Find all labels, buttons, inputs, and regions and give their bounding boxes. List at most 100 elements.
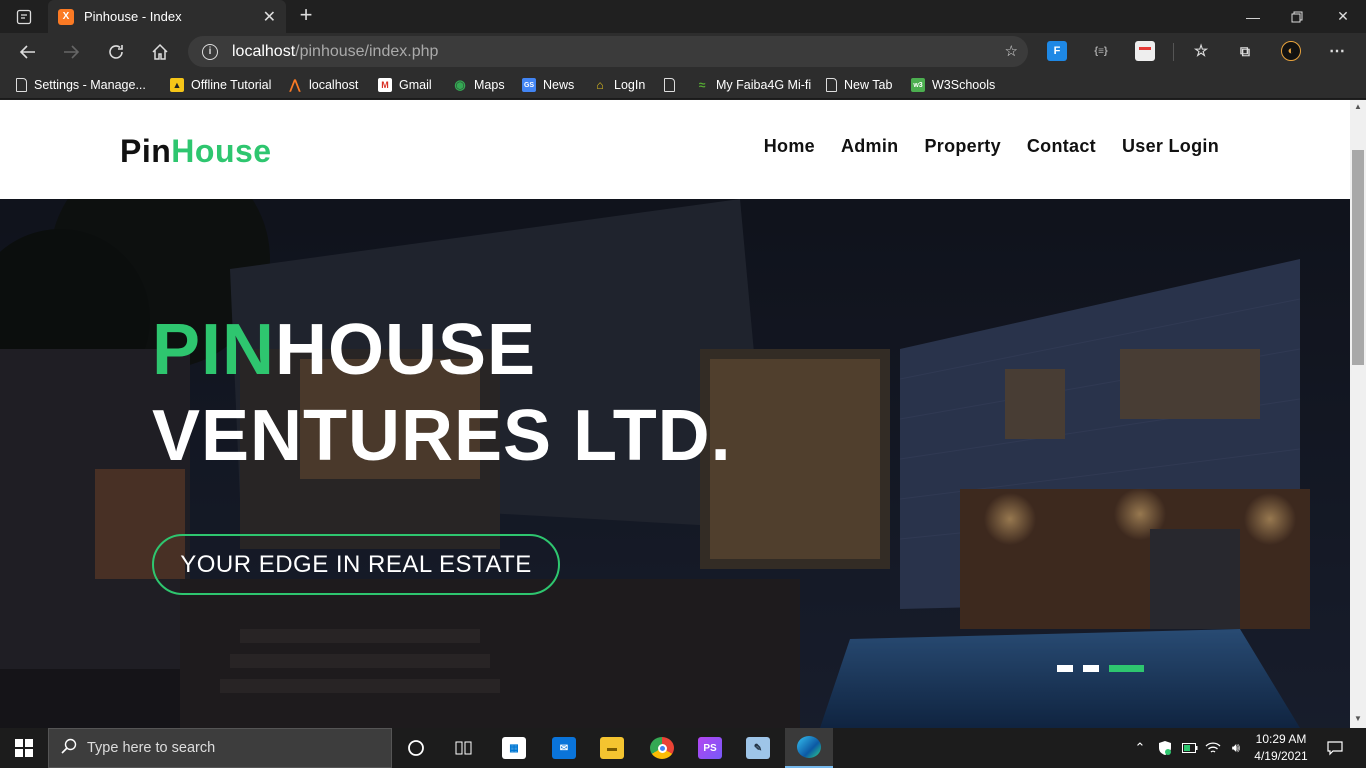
tray-chevron-icon[interactable]: ⌃ — [1130, 728, 1150, 768]
extension-fi-icon[interactable]: F — [1047, 41, 1067, 61]
taskbar-app-explorer[interactable]: ▬ — [588, 728, 636, 768]
forward-button[interactable] — [56, 37, 86, 67]
search-placeholder: Type here to search — [87, 740, 216, 756]
toolbar-divider — [1173, 43, 1174, 61]
address-bar[interactable]: i localhost/pinhouse/index.php ☆ — [188, 36, 1028, 67]
folder-icon: ▬ — [600, 737, 624, 759]
browser-toolbar: i localhost/pinhouse/index.php ☆ F {≡} ☆… — [0, 33, 1366, 70]
clock-date: 4/19/2021 — [1254, 749, 1308, 763]
slide-indicator-1[interactable] — [1057, 665, 1073, 672]
xampp-favicon-icon: X — [58, 8, 74, 25]
search-icon — [61, 738, 77, 759]
tab-title: Pinhouse - Index — [84, 9, 182, 24]
bookmark-untitled[interactable] — [664, 76, 682, 94]
chrome-icon — [650, 737, 674, 759]
refresh-button[interactable] — [101, 37, 131, 67]
doc-icon — [16, 78, 27, 92]
site-nav: Home Admin Property Contact User Login — [738, 136, 1219, 157]
slider-indicators — [1057, 665, 1144, 672]
url-host: localhost — [232, 42, 296, 60]
task-view-icon — [455, 741, 472, 755]
hero-title-line2: VENTURES LTD. — [152, 396, 732, 476]
nav-contact[interactable]: Contact — [1027, 136, 1096, 157]
taskbar-app-mail[interactable]: ✉ — [540, 728, 588, 768]
battery-icon[interactable] — [1180, 728, 1200, 768]
store-icon: ▦ — [502, 737, 526, 759]
bookmark-maps[interactable]: ◉ Maps — [453, 76, 504, 94]
site-info-icon[interactable]: i — [202, 43, 218, 60]
slide-indicator-2[interactable] — [1083, 665, 1099, 672]
nav-admin[interactable]: Admin — [841, 136, 899, 157]
home-button[interactable] — [145, 37, 175, 67]
taskbar-clock[interactable]: 10:29 AM 4/19/2021 — [1248, 731, 1314, 765]
news-icon: GS — [522, 78, 536, 92]
browser-tab-active[interactable]: X Pinhouse - Index ✕ — [48, 0, 286, 33]
gmail-icon: M — [378, 78, 392, 92]
taskbar-app-notes[interactable]: ✎ — [734, 728, 782, 768]
bookmark-localhost[interactable]: ⋀ localhost — [288, 76, 359, 94]
faiba-icon: ≈ — [698, 78, 706, 92]
start-button[interactable] — [0, 728, 48, 768]
windows-taskbar: Type here to search ▦ ✉ ▬ PS ✎ ⌃ 🔊︎ 10:2… — [0, 728, 1366, 768]
wifi-icon[interactable] — [1203, 728, 1223, 768]
taskbar-app-phpstorm[interactable]: PS — [686, 728, 734, 768]
scroll-thumb[interactable] — [1352, 150, 1364, 365]
slide-indicator-3[interactable] — [1109, 665, 1144, 672]
page-scrollbar[interactable]: ▲ ▼ — [1350, 100, 1366, 728]
defender-shield-icon[interactable] — [1155, 728, 1175, 768]
cortana-icon — [408, 740, 424, 756]
notifications-icon[interactable] — [1320, 728, 1350, 768]
bookmark-gmail[interactable]: M Gmail — [378, 76, 432, 94]
hero-slider: PINHOUSE VENTURES LTD. YOUR EDGE IN REAL… — [0, 199, 1350, 728]
bookmark-faiba[interactable]: ≈ My Faiba4G Mi-fi — [695, 76, 811, 94]
hero-title-accent: PIN — [152, 310, 276, 390]
scroll-up-arrow-icon[interactable]: ▲ — [1350, 100, 1366, 114]
bookmark-new-tab[interactable]: New Tab — [826, 76, 892, 94]
close-window-button[interactable]: ✕ — [1320, 0, 1366, 33]
back-button[interactable] — [13, 37, 43, 67]
cortana-button[interactable] — [392, 728, 440, 768]
more-menu-icon[interactable]: ⋯ — [1327, 41, 1347, 61]
logo-part-house: House — [171, 133, 272, 169]
collections-icon[interactable]: ⧉ — [1235, 41, 1255, 61]
notepad-icon: ✎ — [746, 737, 770, 759]
nav-home[interactable]: Home — [764, 136, 815, 157]
nav-user-login[interactable]: User Login — [1122, 136, 1219, 157]
extension-braces-icon[interactable]: {≡} — [1091, 41, 1111, 61]
profile-avatar-icon[interactable]: ◐ — [1281, 41, 1301, 61]
bookmark-w3schools[interactable]: w3 W3Schools — [911, 76, 995, 94]
doc-icon — [664, 78, 675, 92]
mail-icon: ✉ — [552, 737, 576, 759]
bookmark-news[interactable]: GS News — [522, 76, 574, 94]
favorites-icon[interactable]: ☆ — [1191, 41, 1211, 61]
taskbar-app-edge[interactable] — [785, 728, 833, 768]
task-view-button[interactable] — [440, 728, 488, 768]
tutorial-icon: ▲ — [170, 78, 184, 92]
url-path: /pinhouse/index.php — [295, 42, 439, 60]
windows-logo-icon — [15, 739, 33, 757]
doc-icon — [826, 78, 837, 92]
add-favorite-icon[interactable]: ☆ — [1005, 42, 1018, 60]
bookmarks-bar: Settings - Manage... ▲ Offline Tutorial ⋀… — [0, 70, 1366, 99]
close-tab-icon[interactable]: ✕ — [263, 7, 276, 27]
bookmark-settings[interactable]: Settings - Manage... — [16, 76, 146, 94]
bookmark-login[interactable]: ⌂ LogIn — [593, 76, 645, 94]
nav-property[interactable]: Property — [924, 136, 1000, 157]
taskbar-app-chrome[interactable] — [638, 728, 686, 768]
minimize-button[interactable]: — — [1230, 0, 1276, 33]
hero-title-rest: HOUSE — [275, 310, 537, 390]
scroll-down-arrow-icon[interactable]: ▼ — [1350, 712, 1366, 726]
hero-cta-button[interactable]: YOUR EDGE IN REAL ESTATE — [152, 534, 560, 595]
taskbar-search[interactable]: Type here to search — [48, 728, 392, 768]
phpstorm-icon: PS — [698, 737, 722, 759]
new-tab-button[interactable]: + — [294, 4, 318, 28]
taskbar-app-store[interactable]: ▦ — [490, 728, 538, 768]
xampp-icon: ⋀ — [289, 77, 301, 92]
extension-notes-icon[interactable] — [1135, 41, 1155, 61]
site-header: PinHouse Home Admin Property Contact Use… — [0, 100, 1350, 199]
site-logo[interactable]: PinHouse — [120, 133, 272, 170]
volume-icon[interactable]: 🔊︎ — [1226, 728, 1246, 768]
restore-button[interactable] — [1274, 0, 1320, 33]
tab-actions-icon[interactable] — [8, 6, 40, 28]
bookmark-offline-tutorial[interactable]: ▲ Offline Tutorial — [170, 76, 271, 94]
